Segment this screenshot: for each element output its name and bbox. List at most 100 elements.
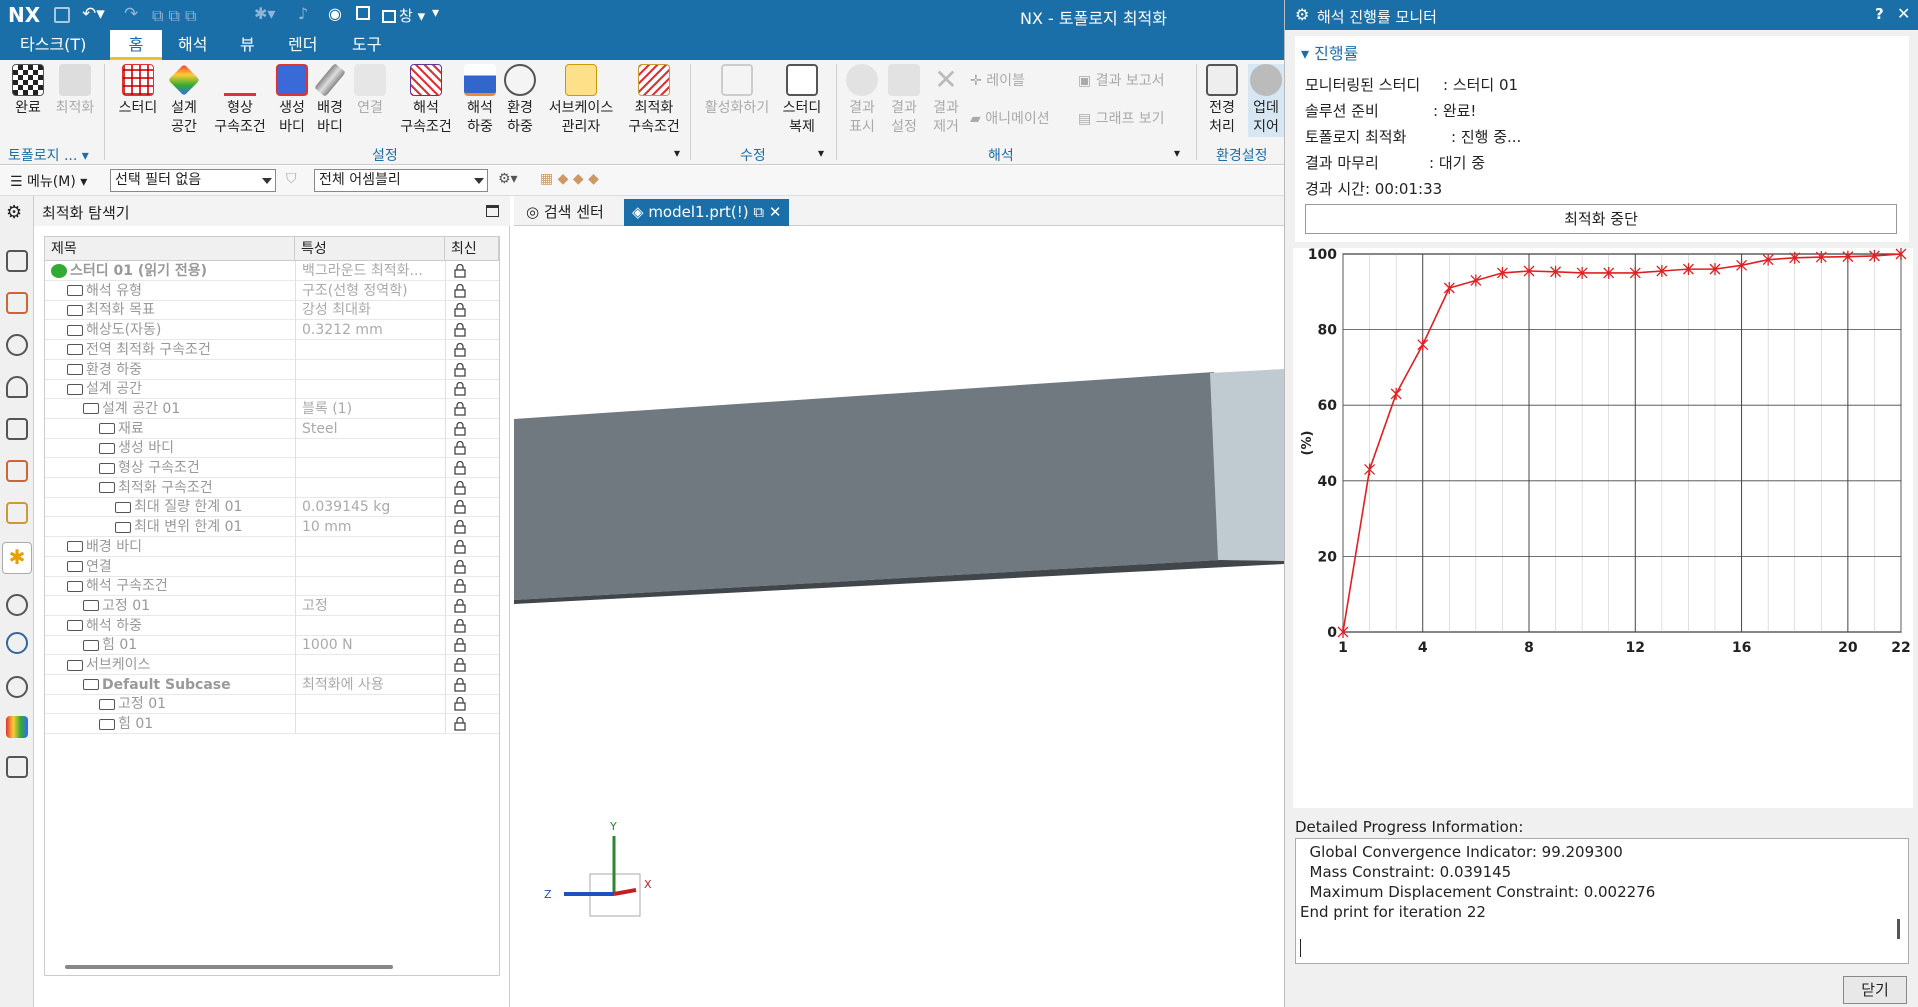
tree-row[interactable]: 설계 공간 [45, 379, 499, 400]
tree-row[interactable]: 힘 01 1000 N [45, 635, 499, 656]
palette-icon[interactable] [6, 716, 28, 738]
bell-icon[interactable] [6, 376, 28, 398]
grid-icon [122, 64, 154, 96]
help-icon[interactable]: ? [1875, 5, 1884, 23]
animation-button: ▰ 애니메이션 [970, 111, 1050, 127]
globe-icon[interactable] [6, 632, 28, 654]
tab-search-center[interactable]: ◎ 검색 센터 [520, 199, 610, 225]
tree-row[interactable]: 해석 유형 구조(선형 정역학) [45, 280, 499, 301]
tree-row[interactable]: 힘 01 [45, 714, 499, 735]
tab-close-icon[interactable]: ✕ [764, 203, 782, 221]
select-tool-icon[interactable]: ⚙▾ [498, 171, 518, 187]
group-topology[interactable]: 토폴로지 ... ▾ [8, 145, 89, 165]
study-button[interactable]: 스터디 [116, 64, 160, 118]
preprocess-button[interactable]: 전경 처리 [1202, 64, 1242, 137]
design-space-button[interactable]: 설계 공간 [162, 64, 206, 137]
setup-expand-icon[interactable]: ▾ [674, 146, 680, 160]
menu-button[interactable]: ☰ 메뉴(M) ▾ [10, 171, 87, 191]
save-icon[interactable] [54, 7, 70, 23]
beam-body[interactable] [514, 372, 1220, 600]
filter-icon[interactable]: ⛉ [286, 171, 297, 187]
update-button[interactable]: 업데 지어 [1248, 64, 1284, 137]
tab-pin-icon[interactable]: ⧉ [749, 203, 764, 221]
column-latest[interactable]: 최신 [445, 237, 499, 261]
analysis-constraint-button[interactable]: 해석 구속조건 [396, 64, 456, 137]
analysis-load-button[interactable]: 해석 하중 [462, 64, 498, 137]
info-icon[interactable] [6, 594, 28, 616]
log-scrollbar[interactable] [1897, 919, 1900, 939]
history-icon[interactable] [6, 502, 28, 524]
tree-row[interactable]: 배경 바디 [45, 536, 499, 557]
tree-row[interactable]: 해석 구속조건 [45, 576, 499, 597]
create-body-button[interactable]: 생성 바디 [276, 64, 308, 137]
tree-row[interactable]: 형상 구속조건 [45, 458, 499, 478]
maximize-icon[interactable] [486, 205, 499, 217]
tree-row[interactable]: 재료 Steel [45, 418, 499, 439]
row-title-text: 설계 공간 01 [102, 400, 181, 417]
column-title[interactable]: 제목 [45, 237, 295, 261]
assembly-navigator-icon[interactable] [6, 292, 28, 314]
clone-study-button[interactable]: 스터디 복제 [780, 64, 824, 137]
tree-row[interactable]: 최대 질량 한계 01 0.039145 kg [45, 497, 499, 518]
tab-analysis[interactable]: 해석 [170, 30, 215, 60]
tab-task[interactable]: 타스크(T) [12, 30, 94, 60]
tree-row[interactable]: 최대 변위 한계 01 10 mm [45, 517, 499, 538]
tree-row[interactable]: 스터디 01 (읽기 전용) 백그라운드 최적화... [45, 261, 499, 281]
modify-expand-icon[interactable]: ▾ [818, 146, 824, 160]
optimization-navigator-icon[interactable]: ✱ [2, 542, 32, 574]
window-icon[interactable] [356, 6, 370, 20]
close-button[interactable]: 닫기 [1843, 976, 1907, 1004]
undo-icon[interactable]: ↶▾ [82, 4, 105, 24]
shape-constraint-button[interactable]: 형상 구속조건 [210, 64, 270, 137]
snap-tool-icons[interactable]: ▦ ◆ ◆ ◆ [540, 171, 599, 187]
roles-icon[interactable] [6, 460, 28, 482]
part-navigator-icon[interactable] [6, 250, 28, 272]
close-icon[interactable]: ✕ [1897, 4, 1910, 23]
assembly-scope-dropdown[interactable]: 전체 어셈블리 [314, 169, 488, 192]
tree-row[interactable]: 서브케이스 [45, 655, 499, 675]
graphics-window[interactable]: ◎ 검색 센터 ◈ model1.prt(!) ⧉ ✕ Y Z X [514, 196, 1284, 1007]
view-icon[interactable]: ◉ [328, 4, 342, 23]
tools-icon[interactable] [6, 756, 28, 778]
selection-filter-dropdown[interactable]: 선택 필터 없음 [110, 169, 276, 192]
tab-home[interactable]: 홈 [110, 30, 162, 60]
analysis-expand-icon[interactable]: ▾ [1174, 146, 1180, 160]
tab-view[interactable]: 뷰 [232, 30, 263, 60]
tree-row[interactable]: 최적화 목표 강성 최대화 [45, 300, 499, 321]
column-property[interactable]: 특성 [295, 237, 445, 261]
pin-icon[interactable]: ✱▾ [254, 4, 275, 23]
model-view[interactable]: Y Z X [514, 226, 1284, 1007]
customize-icon[interactable]: ▾ [432, 5, 439, 21]
settings-icon[interactable]: ⚙ [6, 202, 28, 224]
tab-tools[interactable]: 도구 [344, 30, 389, 60]
tab-model1[interactable]: ◈ model1.prt(!) ⧉ ✕ [624, 199, 790, 226]
opt-constraint-button[interactable]: 최적화 구속조건 [624, 64, 684, 137]
clock-icon[interactable] [6, 676, 28, 698]
model-icon[interactable] [6, 418, 28, 440]
section-toggle[interactable]: ▾ 진행률 [1301, 40, 1358, 64]
finish-button[interactable]: 완료 [8, 64, 48, 118]
label-button: ✛ 레이블 [970, 73, 1025, 89]
stop-optimization-button[interactable]: 최적화 중단 [1305, 204, 1897, 234]
beam-end-face[interactable] [1210, 369, 1284, 561]
tree-row[interactable]: Default Subcase 최적화에 사용 [45, 674, 499, 695]
tab-render[interactable]: 렌더 [280, 30, 325, 60]
detail-log[interactable]: Global Convergence Indicator: 99.209300 … [1295, 838, 1909, 964]
tree-row[interactable]: 전역 최적화 구속조건 [45, 339, 499, 360]
background-body-button[interactable]: 배경 바디 [314, 63, 346, 137]
tree-row[interactable]: 최적화 구속조건 [45, 477, 499, 498]
tree-row[interactable]: 설계 공간 01 블록 (1) [45, 398, 499, 419]
tree-row[interactable]: 생성 바디 [45, 438, 499, 459]
subcase-manager-button[interactable]: 서브케이스 관리자 [544, 64, 618, 137]
tree-row[interactable]: 연결 [45, 556, 499, 577]
tree-scrollbar[interactable] [65, 965, 393, 969]
tree-row[interactable]: 고정 01 [45, 694, 499, 715]
tree-row[interactable]: 해상도(자동) 0.3212 mm [45, 320, 499, 341]
tree-row[interactable]: 환경 하중 [45, 359, 499, 380]
constraint-navigator-icon[interactable] [6, 334, 28, 356]
window-menu[interactable]: 창 ▾ [382, 5, 425, 26]
environment-load-button[interactable]: 환경 하중 [502, 64, 538, 137]
folder-icon [67, 659, 83, 671]
tree-row[interactable]: 해석 하중 [45, 615, 499, 636]
tree-row[interactable]: 고정 01 고정 [45, 595, 499, 616]
